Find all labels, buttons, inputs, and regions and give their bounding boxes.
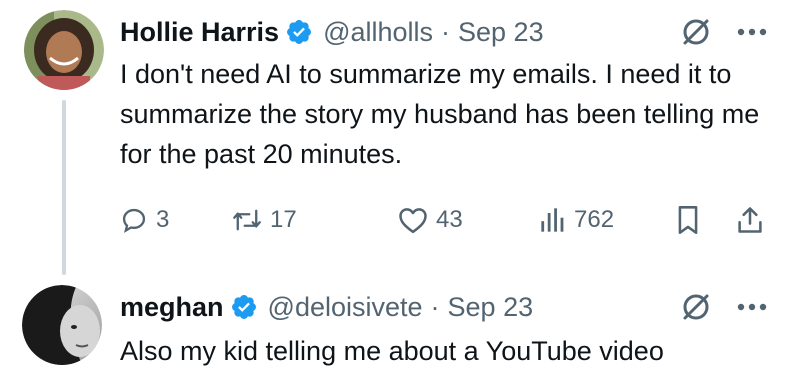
views-count: 762	[574, 206, 615, 233]
heart-icon	[398, 206, 428, 234]
grok-icon[interactable]	[680, 16, 712, 48]
views-button[interactable]: 762	[540, 200, 614, 240]
share-icon	[736, 205, 764, 235]
thread-line	[62, 100, 66, 275]
display-name[interactable]: meghan	[120, 292, 224, 323]
tweet-header: Hollie Harris @allholls · Sep 23	[120, 14, 544, 50]
tweet[interactable]: meghan @deloisivete · Sep 23 Also my kid…	[0, 275, 800, 390]
verified-badge-icon[interactable]	[285, 18, 313, 46]
retweet-count: 17	[270, 206, 297, 233]
bookmark-button[interactable]	[676, 200, 700, 240]
like-button[interactable]: 43	[398, 200, 463, 240]
display-name[interactable]: Hollie Harris	[120, 17, 279, 48]
timestamp[interactable]: Sep 23	[448, 292, 534, 323]
handle[interactable]: @deloisivete	[268, 292, 423, 323]
share-button[interactable]	[736, 200, 764, 240]
handle[interactable]: @allholls	[323, 17, 433, 48]
timestamp[interactable]: Sep 23	[458, 17, 544, 48]
more-icon[interactable]	[734, 289, 770, 325]
avatar[interactable]	[24, 10, 104, 90]
reply-button[interactable]: 3	[120, 200, 169, 240]
separator: ·	[441, 16, 451, 47]
separator: ·	[430, 291, 440, 322]
tweet-actions: 3 17 43 762	[120, 200, 780, 240]
more-icon[interactable]	[734, 14, 770, 50]
grok-icon[interactable]	[680, 291, 712, 323]
views-icon	[540, 206, 566, 234]
retweet-button[interactable]: 17	[232, 200, 297, 240]
header-actions	[680, 14, 770, 50]
header-actions	[680, 289, 770, 325]
verified-badge-icon[interactable]	[230, 293, 258, 321]
like-count: 43	[436, 206, 463, 233]
avatar[interactable]	[22, 285, 102, 365]
bookmark-icon	[676, 205, 700, 235]
reply-count: 3	[156, 206, 170, 233]
tweet-text: I don't need AI to summarize my emails. …	[120, 59, 760, 169]
timeline: Hollie Harris @allholls · Sep 23 I don't…	[0, 0, 800, 390]
reply-icon	[120, 206, 148, 234]
tweet-text: Also my kid telling me about a YouTube v…	[120, 336, 664, 366]
tweet[interactable]: Hollie Harris @allholls · Sep 23 I don't…	[0, 0, 800, 275]
retweet-icon	[232, 206, 262, 234]
tweet-header: meghan @deloisivete · Sep 23	[120, 289, 533, 325]
